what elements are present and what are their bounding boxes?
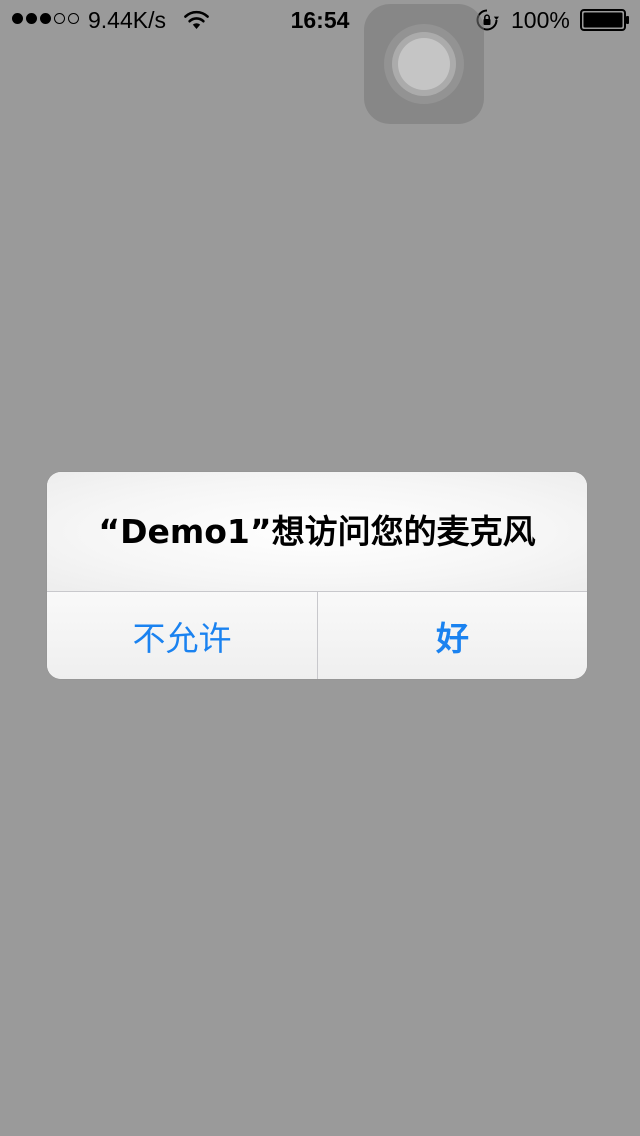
deny-button[interactable]: 不允许 [47,592,317,679]
microphone-permission-alert: “Demo1”想访问您的麦克风 不允许 好 [47,472,587,679]
status-bar: 9.44K/s 16:54 100% [0,0,640,40]
battery-icon [580,9,629,31]
alert-body: “Demo1”想访问您的麦克风 [47,472,587,591]
assistive-touch-button[interactable] [364,4,484,124]
alert-title: “Demo1”想访问您的麦克风 [98,512,536,551]
allow-button[interactable]: 好 [318,592,587,679]
assistive-touch-ring [398,38,450,90]
battery-percent: 100% [511,7,570,33]
